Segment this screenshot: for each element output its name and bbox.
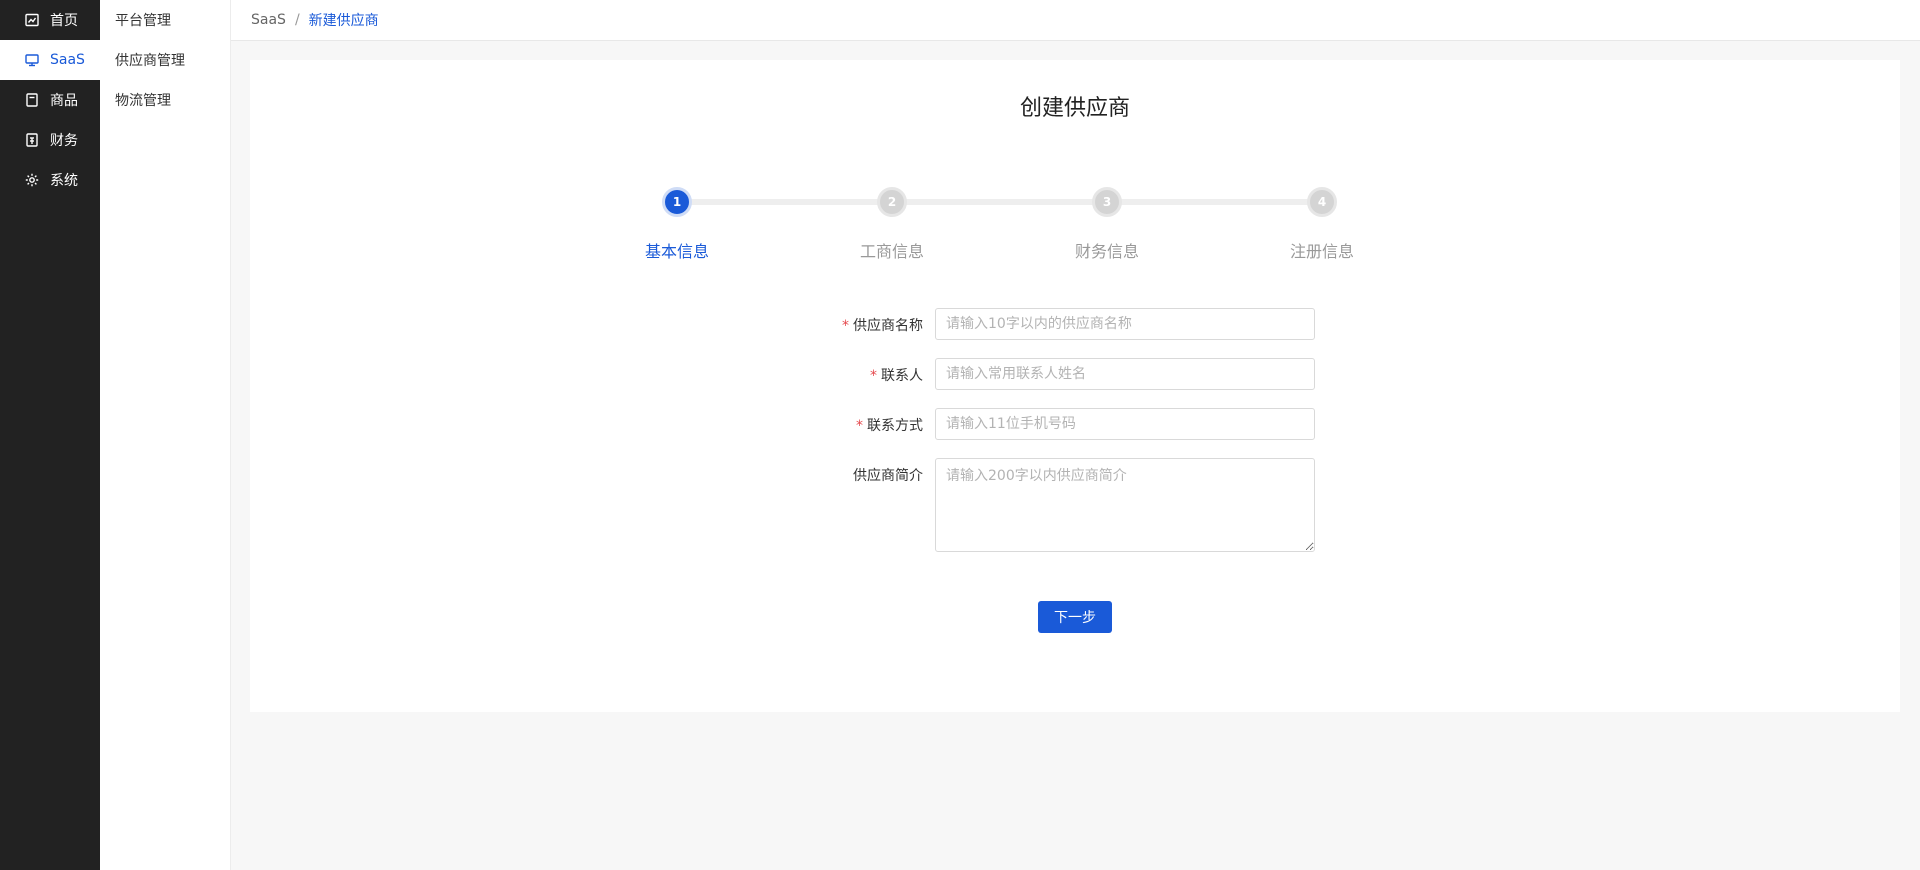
sidebar-item-label: 商品 [50, 93, 78, 109]
step-number: 3 [1102, 195, 1112, 209]
label-text: 供应商名称 [853, 318, 923, 334]
supplier-intro-label: 供应商简介 [743, 465, 923, 485]
home-icon [24, 12, 40, 28]
sidebar-item-home[interactable]: 首页 [0, 0, 100, 40]
step-4-label: 注册信息 [1289, 242, 1354, 261]
app-root: 首页 SaaS 商品 财务 系统 平台管理 供应商管理 物流管理 SaaS / … [0, 0, 1920, 870]
step-connector [1107, 199, 1322, 205]
primary-sidebar: 首页 SaaS 商品 财务 系统 [0, 0, 100, 870]
product-icon [24, 92, 40, 108]
required-mark: * [870, 368, 877, 384]
subnav-item-label: 物流管理 [115, 93, 171, 109]
subnav-item-label: 平台管理 [115, 13, 171, 29]
sidebar-item-label: 财务 [50, 133, 78, 149]
contact-person-label: * 联系人 [743, 365, 923, 385]
step-1-label: 基本信息 [644, 242, 709, 261]
step-3-label: 财务信息 [1074, 242, 1139, 261]
subnav-item-suppliers[interactable]: 供应商管理 [100, 40, 230, 80]
sidebar-item-products[interactable]: 商品 [0, 80, 100, 120]
sidebar-item-system[interactable]: 系统 [0, 160, 100, 200]
sidebar-item-label: 系统 [50, 173, 78, 189]
label-text: 联系人 [881, 368, 923, 384]
breadcrumb-current: 新建供应商 [308, 13, 379, 29]
step-3-circle: 3 [1092, 187, 1122, 217]
gear-icon [24, 172, 40, 188]
supplier-intro-textarea[interactable] [935, 458, 1315, 552]
finance-icon [24, 132, 40, 148]
label-text: 联系方式 [867, 418, 923, 434]
step-1-circle: 1 [662, 187, 692, 217]
secondary-sidebar: 平台管理 供应商管理 物流管理 [100, 0, 231, 870]
sidebar-item-label: 首页 [50, 13, 78, 29]
contact-method-input[interactable] [935, 408, 1315, 440]
sidebar-item-saas[interactable]: SaaS [0, 40, 100, 80]
breadcrumb: SaaS / 新建供应商 [231, 0, 1920, 41]
subnav-item-platform[interactable]: 平台管理 [100, 0, 230, 40]
contact-person-input[interactable] [935, 358, 1315, 390]
sidebar-item-finance[interactable]: 财务 [0, 120, 100, 160]
step-connector [677, 199, 892, 205]
subnav-item-label: 供应商管理 [115, 53, 185, 69]
supplier-name-label: * 供应商名称 [743, 315, 923, 335]
step-number: 2 [887, 195, 897, 209]
step-connector [892, 199, 1107, 205]
step-number: 4 [1317, 195, 1327, 209]
step-number: 1 [672, 195, 682, 209]
step-4-circle: 4 [1307, 187, 1337, 217]
breadcrumb-separator: / [294, 12, 300, 28]
required-mark: * [842, 318, 849, 334]
subnav-item-logistics[interactable]: 物流管理 [100, 80, 230, 120]
monitor-icon [24, 52, 40, 68]
supplier-name-input[interactable] [935, 308, 1315, 340]
required-mark: * [856, 418, 863, 434]
label-text: 供应商简介 [853, 468, 923, 484]
next-step-button[interactable]: 下一步 [1038, 601, 1112, 633]
contact-method-label: * 联系方式 [743, 415, 923, 435]
sidebar-item-label: SaaS [50, 52, 85, 68]
content-card: 创建供应商 1 2 3 4 基本信息 工商信息 财务信息 注册信息 * 供应商名… [250, 60, 1900, 712]
breadcrumb-root-link[interactable]: SaaS [251, 12, 286, 28]
steps-progress: 1 2 3 4 基本信息 工商信息 财务信息 注册信息 [250, 60, 1900, 261]
step-2-circle: 2 [877, 187, 907, 217]
step-2-label: 工商信息 [859, 242, 924, 261]
